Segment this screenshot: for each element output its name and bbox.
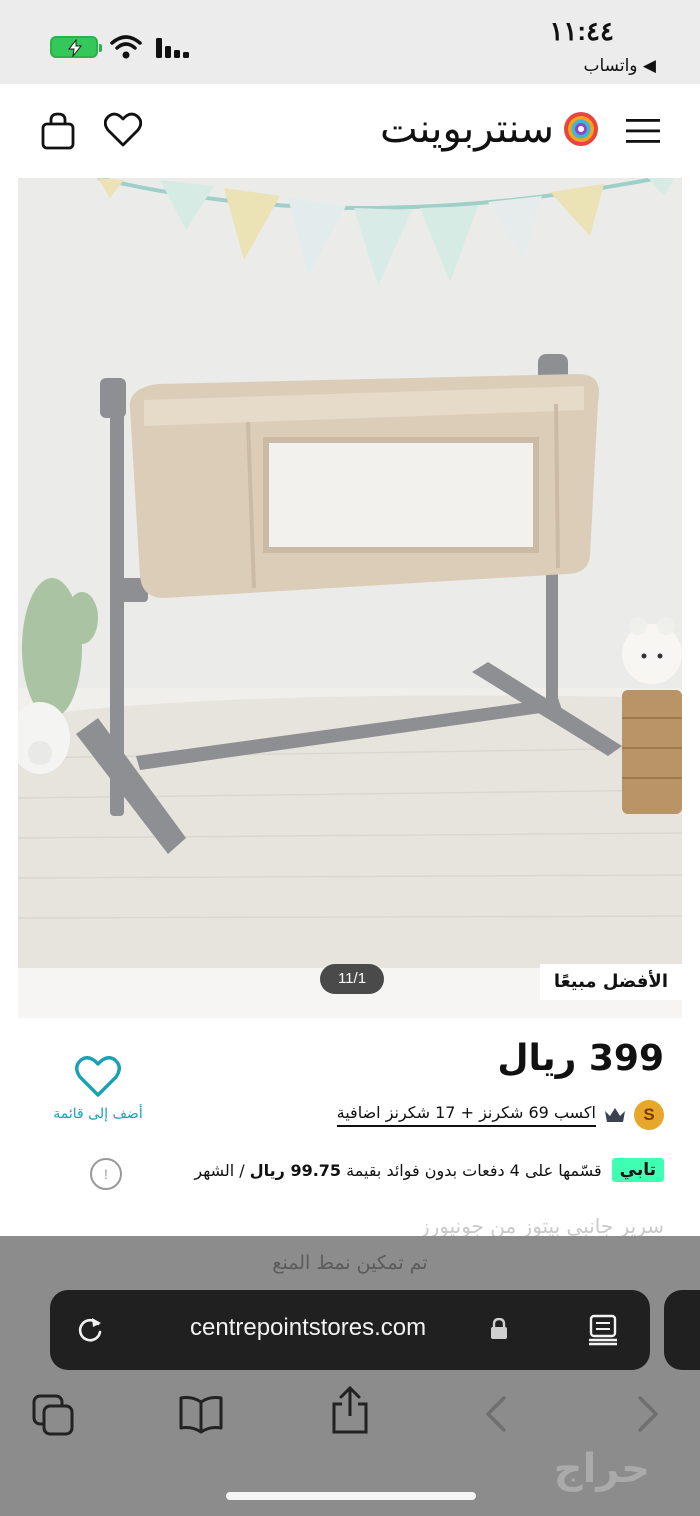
product-image[interactable]: 11/1 الأفضل مبيعًا: [18, 178, 682, 1018]
back-icon[interactable]: [484, 1394, 508, 1434]
shopping-bag-icon[interactable]: [40, 112, 76, 150]
product-price: 399 ريال: [497, 1038, 664, 1079]
lock-icon: [491, 1318, 507, 1339]
info-icon[interactable]: !: [90, 1158, 122, 1190]
tabby-suffix: / الشهر: [194, 1160, 245, 1180]
bookmarks-icon[interactable]: [178, 1394, 224, 1434]
site-header: سنتربوينت: [0, 84, 700, 178]
url-text: centrepointstores.com: [190, 1314, 427, 1341]
logo-mark-icon: [564, 112, 598, 146]
logo-text: سنتربوينت: [379, 106, 555, 152]
site-logo[interactable]: سنتربوينت: [380, 106, 600, 152]
tabby-text: قسّمها على 4 دفعات بدون فوائد بقيمة 99.7…: [194, 1161, 601, 1180]
tabby-logo: تابي: [611, 1158, 664, 1182]
shukran-badge: S: [634, 1100, 664, 1130]
heart-icon[interactable]: [104, 112, 142, 148]
cellular-signal-icon: [156, 38, 189, 58]
points-text: اكسب 69 شكرنز + 17 شكرنز اضافية: [336, 1103, 596, 1127]
home-indicator: [226, 1492, 476, 1500]
status-time: ١١:٤٤: [549, 16, 614, 46]
heart-outline-icon: [75, 1056, 121, 1097]
tabs-icon[interactable]: [32, 1394, 74, 1436]
address-bar[interactable]: centrepointstores.com: [50, 1290, 650, 1370]
share-icon[interactable]: [330, 1386, 370, 1434]
status-bar: ١١:٤٤ ◀ واتساب: [0, 0, 700, 84]
image-counter: 11/1: [320, 964, 384, 994]
wifi-icon: [110, 35, 142, 59]
reload-icon[interactable]: [76, 1316, 104, 1344]
reader-mode-icon[interactable]: [588, 1314, 618, 1346]
wishlist-label: أضف إلى قائمة: [53, 1106, 143, 1122]
shukran-points-row[interactable]: S اكسب 69 شكرنز + 17 شكرنز اضافية: [336, 1100, 664, 1130]
bestseller-badge: الأفضل مبيعًا: [539, 964, 682, 1000]
watermark: حراج: [553, 1446, 650, 1492]
tabby-text-prefix: قسّمها على 4 دفعات بدون فوائد بقيمة: [346, 1160, 602, 1180]
browser-bottom-bar: تم تمكين نمط المنع centrepointstores.com: [0, 1236, 700, 1516]
back-to-app-link[interactable]: ◀ واتساب: [584, 56, 657, 76]
battery-charging-icon: [50, 36, 102, 58]
crown-icon: [605, 1108, 625, 1122]
product-title-partial: سرير جانبي بيتوز من جونيورز: [419, 1214, 664, 1238]
tabby-installments-row: تابي قسّمها على 4 دفعات بدون فوائد بقيمة…: [194, 1158, 664, 1182]
blocker-notice: تم تمكين نمط المنع: [272, 1252, 428, 1274]
next-tab-peek[interactable]: [664, 1290, 700, 1370]
forward-icon[interactable]: [636, 1394, 660, 1434]
tabby-amount: 99.75 ريال: [249, 1160, 342, 1180]
menu-icon[interactable]: [626, 118, 660, 144]
bedside-crib-illustration: [18, 178, 682, 1018]
add-to-wishlist-button[interactable]: أضف إلى قائمة: [36, 1056, 160, 1122]
